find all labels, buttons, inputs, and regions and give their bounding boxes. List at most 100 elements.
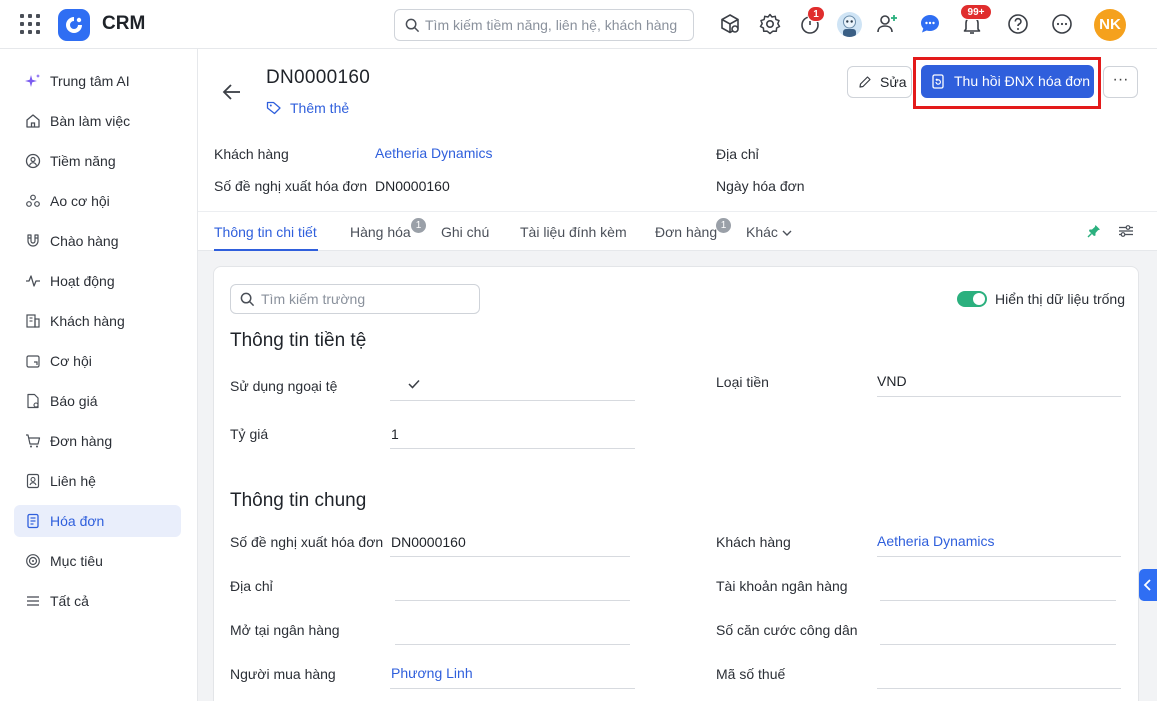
opportunity-icon — [26, 355, 40, 368]
settings-sliders-icon[interactable] — [1118, 224, 1134, 238]
sidebar-item-label: Báo giá — [50, 393, 98, 409]
chevron-left-icon — [1143, 579, 1151, 591]
address-field[interactable] — [395, 600, 630, 601]
sidebar-item-ai-center[interactable]: Trung tâm AI — [14, 65, 181, 97]
tag-icon — [266, 101, 281, 115]
tab-notes[interactable]: Ghi chú — [441, 224, 489, 240]
search-icon — [240, 292, 255, 307]
tax-code-field[interactable] — [877, 688, 1121, 689]
sidebar-item-all[interactable]: Tất cả — [14, 585, 181, 617]
sidebar-item-invoices[interactable]: Hóa đơn — [14, 505, 181, 537]
record-id: DN0000160 — [266, 67, 371, 88]
summary-request-no-value: DN0000160 — [375, 178, 450, 194]
sidebar-item-goals[interactable]: Mục tiêu — [14, 545, 181, 577]
bank-account-label: Tài khoản ngân hàng — [716, 578, 848, 594]
tab-other-label: Khác — [746, 224, 778, 240]
cube-search-icon[interactable] — [718, 12, 742, 36]
document-revoke-icon — [932, 74, 944, 89]
sidebar-item-label: Đơn hàng — [50, 433, 113, 449]
sidebar-item-customers[interactable]: Khách hàng — [14, 305, 181, 337]
tab-bar: Thông tin chi tiết Hàng hóa 1 Ghi chú Tà… — [198, 211, 1157, 251]
user-avatar[interactable]: NK — [1094, 9, 1126, 41]
tab-orders[interactable]: Đơn hàng — [655, 224, 717, 240]
field-search-input[interactable] — [261, 290, 471, 308]
sidebar-item-contacts[interactable]: Liên hệ — [14, 465, 181, 497]
crm-logo[interactable] — [58, 9, 90, 41]
currency-type-value[interactable]: VND — [877, 373, 907, 389]
field-underline — [390, 556, 630, 557]
section-title-currency: Thông tin tiền tệ — [230, 330, 367, 351]
request-no-value[interactable]: DN0000160 — [391, 534, 466, 550]
edit-button-label: Sửa — [880, 74, 907, 90]
sidebar-item-label: Ao cơ hội — [50, 193, 110, 209]
tab-goods[interactable]: Hàng hóa — [350, 224, 411, 240]
tab-attachments[interactable]: Tài liệu đính kèm — [520, 224, 627, 240]
sidebar-item-label: Chào hàng — [50, 233, 119, 249]
top-bar: CRM 1 99+ NK — [0, 0, 1157, 49]
tax-code-label: Mã số thuế — [716, 666, 786, 682]
field-underline — [390, 448, 635, 449]
global-search[interactable] — [394, 9, 694, 41]
menu-icon — [27, 596, 39, 606]
sidebar-item-label: Mục tiêu — [50, 553, 103, 569]
cart-icon — [26, 434, 41, 448]
side-panel-toggle[interactable] — [1139, 569, 1157, 601]
more-circle-icon[interactable] — [1050, 12, 1074, 36]
activity-icon — [26, 275, 40, 287]
sparkle-icon — [25, 74, 40, 87]
app-grid-icon[interactable] — [20, 14, 40, 34]
section-title-general: Thông tin chung — [230, 490, 367, 511]
sidebar-item-label: Hoạt động — [50, 273, 115, 289]
contact-icon — [26, 473, 40, 489]
timer-badge: 1 — [807, 6, 825, 22]
customer-link[interactable]: Aetheria Dynamics — [877, 533, 995, 549]
summary-customer-link[interactable]: Aetheria Dynamics — [375, 145, 493, 161]
more-actions-button[interactable]: ··· — [1103, 66, 1138, 98]
customer-label: Khách hàng — [716, 534, 791, 550]
address-label: Địa chỉ — [230, 578, 273, 594]
robot-avatar-icon[interactable] — [837, 12, 862, 37]
target-user-icon — [25, 153, 41, 169]
back-arrow-icon[interactable] — [221, 82, 243, 102]
bank-account-field[interactable] — [880, 600, 1116, 601]
sidebar-item-orders[interactable]: Đơn hàng — [14, 425, 181, 457]
show-empty-toggle[interactable] — [957, 291, 987, 307]
tab-orders-badge: 1 — [716, 218, 731, 233]
summary-request-no-label: Số đề nghị xuất hóa đơn — [214, 178, 368, 194]
tab-other[interactable]: Khác — [746, 224, 792, 240]
chat-icon[interactable] — [918, 12, 942, 36]
field-search-box[interactable] — [230, 284, 480, 314]
sidebar-item-leads[interactable]: Tiềm năng — [14, 145, 181, 177]
buyer-link[interactable]: Phương Linh — [391, 665, 473, 681]
sidebar-item-opportunity-pool[interactable]: Ao cơ hội — [14, 185, 181, 217]
sidebar-item-label: Cơ hội — [50, 353, 92, 369]
app-title: CRM — [102, 13, 146, 34]
sidebar-item-opportunities[interactable]: Cơ hội — [14, 345, 181, 377]
gear-icon[interactable] — [758, 12, 782, 36]
bank-open-label: Mở tại ngân hàng — [230, 622, 340, 638]
exchange-rate-label: Tỷ giá — [230, 426, 269, 442]
citizen-id-field[interactable] — [880, 644, 1116, 645]
summary-customer-label: Khách hàng — [214, 146, 289, 162]
checkmark-icon[interactable] — [407, 378, 421, 390]
magnet-icon — [27, 234, 39, 247]
sidebar-item-workspace[interactable]: Bàn làm việc — [14, 105, 181, 137]
pin-icon[interactable] — [1087, 224, 1101, 238]
field-underline — [390, 400, 635, 401]
quote-icon — [27, 393, 39, 409]
help-icon[interactable] — [1006, 12, 1030, 36]
field-underline — [390, 688, 635, 689]
tab-details[interactable]: Thông tin chi tiết — [214, 224, 317, 240]
sidebar-item-label: Liên hệ — [50, 473, 96, 489]
building-icon — [26, 314, 40, 328]
exchange-rate-value[interactable]: 1 — [391, 426, 399, 442]
bank-open-field[interactable] — [395, 644, 630, 645]
search-input[interactable] — [425, 15, 687, 35]
revoke-invoice-request-button[interactable]: Thu hồi ĐNX hóa đơn — [921, 65, 1094, 98]
edit-button[interactable]: Sửa — [847, 66, 912, 98]
sidebar-item-campaigns[interactable]: Chào hàng — [14, 225, 181, 257]
sidebar-item-quotes[interactable]: Báo giá — [14, 385, 181, 417]
add-user-icon[interactable] — [875, 12, 899, 36]
request-no-label: Số đề nghị xuất hóa đơn — [230, 534, 384, 550]
sidebar-item-activities[interactable]: Hoạt động — [14, 265, 181, 297]
